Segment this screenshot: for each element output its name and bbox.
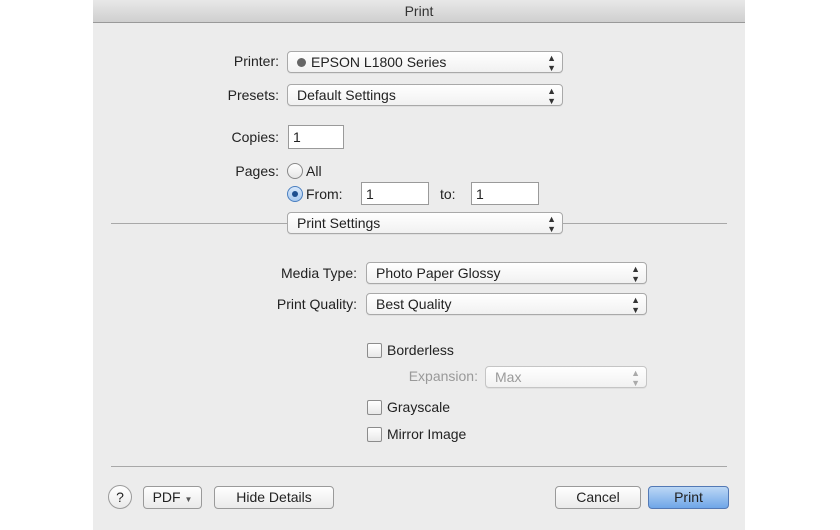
pages-all-radio[interactable]	[287, 163, 303, 179]
pdf-button[interactable]: PDF ▼	[143, 486, 202, 509]
borderless-label: Borderless	[387, 342, 454, 358]
pages-all-label: All	[306, 163, 322, 179]
expansion-value: Max	[495, 369, 522, 385]
expansion-label: Expansion:	[408, 368, 478, 384]
print-quality-popup[interactable]: Best Quality ▲ ▼	[366, 293, 647, 315]
pages-from-label: From:	[306, 186, 343, 202]
section-popup[interactable]: Print Settings ▲ ▼	[287, 212, 563, 234]
grayscale-label: Grayscale	[387, 399, 451, 415]
presets-popup[interactable]: Default Settings ▲ ▼	[287, 84, 563, 106]
mirror-image-checkbox[interactable]	[367, 427, 382, 442]
cancel-button[interactable]: Cancel	[555, 486, 641, 509]
printer-popup[interactable]: EPSON L1800 Series ▲ ▼	[287, 51, 563, 73]
printer-label: Printer:	[233, 53, 279, 69]
print-quality-label: Print Quality:	[276, 296, 357, 312]
presets-value: Default Settings	[297, 87, 396, 103]
stepper-arrows-icon: ▲ ▼	[631, 295, 640, 315]
help-button[interactable]: ?	[108, 485, 132, 509]
section-value: Print Settings	[297, 215, 381, 231]
pages-to-label: to:	[440, 186, 456, 202]
borderless-checkbox[interactable]	[367, 343, 382, 358]
grayscale-checkbox[interactable]	[367, 400, 382, 415]
window-title: Print	[93, 0, 745, 23]
media-type-popup[interactable]: Photo Paper Glossy ▲ ▼	[366, 262, 647, 284]
stepper-arrows-icon: ▲ ▼	[547, 86, 556, 106]
footer-divider	[111, 466, 727, 467]
stepper-arrows-icon: ▲ ▼	[547, 53, 556, 73]
expansion-popup[interactable]: Max ▲ ▼	[485, 366, 647, 388]
stepper-arrows-icon: ▲ ▼	[631, 368, 640, 388]
stepper-arrows-icon: ▲ ▼	[547, 214, 556, 234]
stepper-arrows-icon: ▲ ▼	[631, 264, 640, 284]
pages-label: Pages:	[235, 163, 279, 179]
triangle-down-icon: ▼	[184, 495, 193, 504]
presets-label: Presets:	[227, 87, 279, 103]
media-type-value: Photo Paper Glossy	[376, 265, 501, 281]
pages-from-field[interactable]: 1	[361, 182, 429, 205]
pdf-label: PDF	[152, 489, 181, 505]
copies-label: Copies:	[231, 129, 279, 145]
pages-from-radio[interactable]	[287, 186, 303, 202]
print-button[interactable]: Print	[648, 486, 729, 509]
pages-to-field[interactable]: 1	[471, 182, 539, 205]
media-type-label: Media Type:	[280, 265, 357, 281]
printer-value: EPSON L1800 Series	[311, 54, 447, 70]
mirror-image-label: Mirror Image	[387, 426, 467, 442]
print-quality-value: Best Quality	[376, 296, 452, 312]
copies-field[interactable]: 1	[288, 125, 344, 149]
hide-details-button[interactable]: Hide Details	[214, 486, 334, 509]
printer-status-icon	[297, 58, 306, 67]
